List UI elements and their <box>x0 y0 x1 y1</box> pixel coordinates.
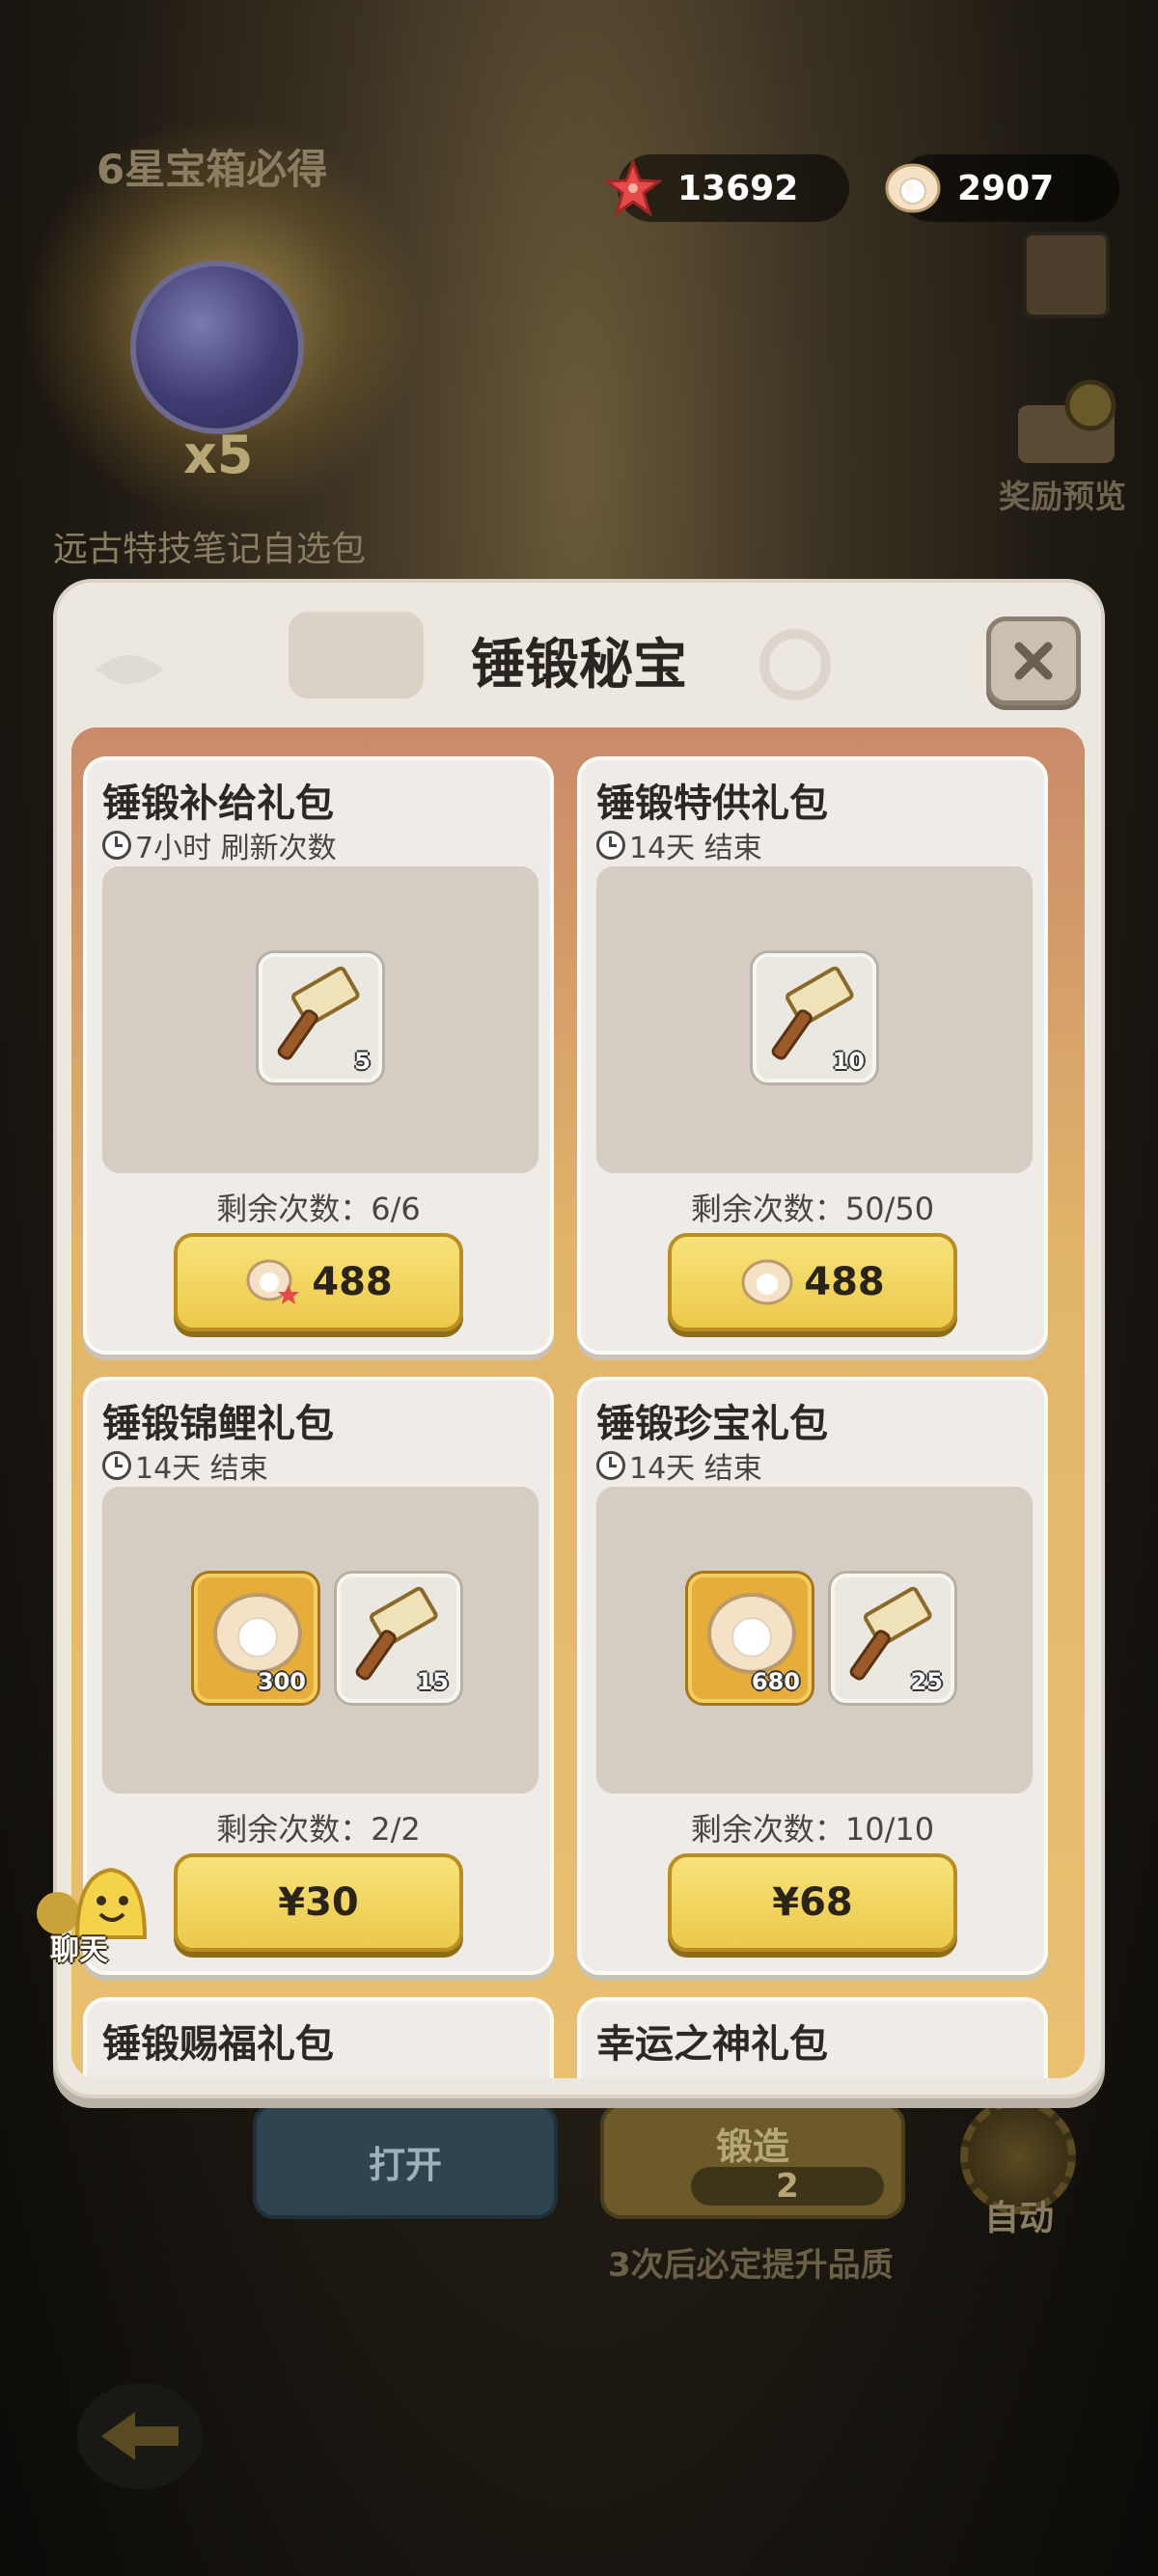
item-quantity: 10 <box>832 1048 865 1075</box>
pack-name: 锤锻珍宝礼包 <box>596 1402 828 1446</box>
pack-card: 锤锻赐福礼包 <box>83 1997 554 2078</box>
pack-items-pane: 680 25 <box>596 1487 1033 1794</box>
buy-button[interactable]: 488 <box>668 1233 957 1331</box>
pearl-icon <box>741 1259 793 1305</box>
hammer-item[interactable]: 15 <box>337 1574 460 1703</box>
reward-multiplier: x5 <box>183 425 254 485</box>
buy-price: 488 <box>312 1260 393 1304</box>
pack-timer-text: 7小时 刷新次数 <box>135 832 337 865</box>
close-icon <box>1014 642 1053 680</box>
starfish-icon <box>602 157 664 219</box>
pack-card: 锤锻特供礼包 14天 结束 10 剩余次数：50/50 488 <box>577 756 1048 1355</box>
reward-preview-label[interactable]: 奖励预览 <box>999 471 1126 517</box>
pearl-item[interactable]: 680 <box>688 1574 812 1703</box>
chat-label[interactable]: 聊天 <box>50 1926 108 1968</box>
forge-count: 2 <box>691 2167 884 2206</box>
pack-card: 幸运之神礼包 <box>577 1997 1048 2078</box>
pearl-currency[interactable]: 2907 <box>885 154 1119 222</box>
starfish-value: 13692 <box>677 168 799 208</box>
pack-items-pane: 300 15 <box>102 1487 538 1794</box>
forge-button-label: 锻造 <box>715 2125 789 2168</box>
pearl-starfish-icon <box>246 1259 300 1304</box>
forge-button[interactable]: 锻造 2 <box>600 2103 905 2219</box>
close-button[interactable] <box>986 617 1081 705</box>
back-arrow-icon <box>101 2412 179 2460</box>
item-quantity: 15 <box>416 1668 449 1695</box>
quest-scroll-icon[interactable] <box>1023 232 1110 318</box>
pack-timer: 14天 结束 <box>596 1444 762 1487</box>
hammer-item[interactable]: 25 <box>831 1574 954 1703</box>
pearl-item[interactable]: 300 <box>194 1574 317 1703</box>
hammer-item[interactable]: 10 <box>753 953 876 1082</box>
buy-price: ¥68 <box>772 1880 853 1925</box>
remaining-count: 剩余次数：2/2 <box>216 1811 421 1848</box>
reward-name: 远古特技笔记自选包 <box>53 530 367 569</box>
buy-price: ¥30 <box>278 1880 359 1925</box>
remaining-count: 剩余次数：6/6 <box>216 1191 421 1227</box>
open-button[interactable]: 打开 <box>253 2103 558 2219</box>
pack-name: 锤锻锦鲤礼包 <box>102 1402 334 1446</box>
pack-list[interactable]: 锤锻补给礼包 7小时 刷新次数 5 剩余次数：6/6 488 锤锻特供礼包 14… <box>71 727 1085 2078</box>
pearl-icon <box>213 1593 302 1674</box>
clock-icon <box>596 1451 625 1480</box>
pack-card: 锤锻补给礼包 7小时 刷新次数 5 剩余次数：6/6 488 <box>83 756 554 1355</box>
pearl-value: 2907 <box>957 168 1055 208</box>
buy-button[interactable]: ¥30 <box>174 1853 463 1952</box>
buy-button[interactable]: ¥68 <box>668 1853 957 1952</box>
pack-timer: 14天 结束 <box>596 824 762 866</box>
dialog-title: 锤锻秘宝 <box>471 634 687 697</box>
pack-timer: 7小时 刷新次数 <box>102 824 337 866</box>
item-quantity: 5 <box>354 1048 371 1075</box>
item-quantity: 300 <box>257 1668 306 1695</box>
pack-timer-text: 14天 结束 <box>135 1452 268 1486</box>
skill-note-medal-icon <box>130 260 304 434</box>
back-button[interactable] <box>77 2383 203 2489</box>
pack-name: 锤锻特供礼包 <box>596 781 828 826</box>
pack-timer-text: 14天 结束 <box>629 832 762 865</box>
pack-items-pane: 5 <box>102 866 538 1173</box>
pack-items-pane: 10 <box>596 866 1033 1173</box>
item-quantity: 680 <box>751 1668 800 1695</box>
clock-icon <box>102 1451 131 1480</box>
pearl-icon <box>707 1593 796 1674</box>
item-quantity: 25 <box>910 1668 943 1695</box>
reward-preview-icon[interactable] <box>1004 376 1129 473</box>
clock-icon <box>102 831 131 860</box>
pack-timer: 14天 结束 <box>102 1444 268 1487</box>
pack-card: 锤锻珍宝礼包 14天 结束 680 25 剩余次数：10/10 ¥68 <box>577 1377 1048 1975</box>
auto-label[interactable]: 自动 <box>984 2190 1054 2240</box>
hammer-item[interactable]: 5 <box>259 953 382 1082</box>
remaining-count: 剩余次数：50/50 <box>690 1191 935 1227</box>
six-star-banner: 6星宝箱必得 <box>96 146 328 193</box>
pack-timer-text: 14天 结束 <box>629 1452 762 1486</box>
clock-icon <box>596 831 625 860</box>
buy-price: 488 <box>804 1260 885 1304</box>
buy-button[interactable]: 488 <box>174 1233 463 1331</box>
pack-name: 锤锻补给礼包 <box>102 781 334 826</box>
pack-name: 锤锻赐福礼包 <box>102 2022 334 2067</box>
starfish-currency[interactable]: 13692 <box>604 154 849 222</box>
forge-hint: 3次后必定提升品质 <box>608 2246 894 2285</box>
pearl-icon <box>882 157 944 219</box>
forge-treasure-dialog: 锤锻秘宝 锤锻补给礼包 7小时 刷新次数 5 剩余次数：6/6 488 锤锻特供… <box>53 579 1105 2098</box>
pack-name: 幸运之神礼包 <box>596 2022 828 2067</box>
remaining-count: 剩余次数：10/10 <box>690 1811 935 1848</box>
